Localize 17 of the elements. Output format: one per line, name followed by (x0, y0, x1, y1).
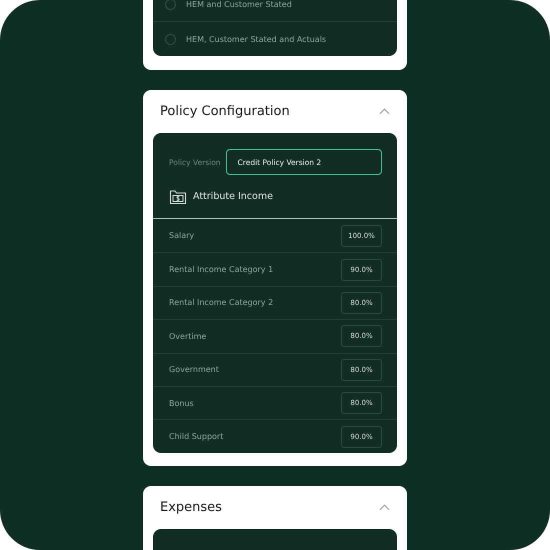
section-heading: Attribute Income (193, 191, 273, 202)
option-label: HEM and Customer Stated (186, 0, 292, 8)
option-label: HEM, Customer Stated and Actuals (186, 34, 326, 44)
section-title: Expenses (160, 500, 222, 515)
folder-dollar-icon (169, 188, 187, 206)
attribute-label: Government (169, 365, 219, 374)
radio-button[interactable] (165, 0, 176, 10)
attribute-label: Child Support (169, 432, 224, 442)
attribute-label: Salary (169, 231, 194, 240)
section-title: Policy Configuration (160, 104, 290, 119)
attribute-label: Bonus (169, 398, 194, 408)
chevron-up-icon[interactable] (379, 108, 390, 115)
attribute-label: Rental Income Category 1 (169, 265, 274, 274)
radio-button[interactable] (165, 34, 176, 44)
chevron-up-icon[interactable] (379, 504, 390, 511)
attribute-label: Rental Income Category 2 (169, 298, 274, 308)
attribute-label: Overtime (169, 332, 206, 341)
